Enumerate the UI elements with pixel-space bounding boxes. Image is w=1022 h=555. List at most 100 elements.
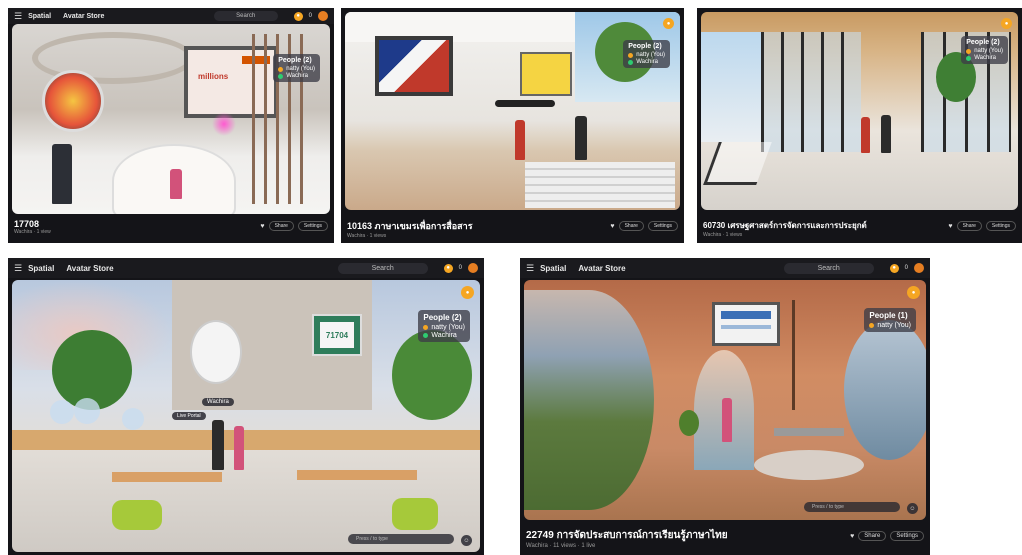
glow-light: [212, 112, 236, 136]
space-footer: 60730 เศรษฐศาสตร์การจัดการและการประยุกต์…: [697, 214, 1022, 243]
heart-icon[interactable]: ♥: [610, 223, 614, 230]
flag-poster: [375, 36, 453, 96]
table-1: [112, 472, 222, 482]
avatar[interactable]: [914, 263, 924, 273]
avatar-store-link[interactable]: Avatar Store: [578, 264, 625, 273]
people-row[interactable]: natty (You): [278, 66, 315, 72]
avatar-figure[interactable]: [212, 420, 224, 470]
settings-button[interactable]: Settings: [297, 221, 328, 231]
lamp-pole: [792, 300, 795, 410]
people-row[interactable]: Wachira: [628, 59, 665, 65]
brand-logo[interactable]: Spatial: [28, 13, 51, 20]
table: [774, 428, 844, 436]
number-board: 71704: [312, 314, 362, 356]
coin-icon: ●: [889, 263, 899, 273]
person-name: Wachira: [636, 59, 658, 65]
coin-icon[interactable]: ●: [1001, 18, 1012, 29]
people-row[interactable]: natty (You): [423, 324, 465, 331]
plant: [679, 410, 699, 436]
share-button[interactable]: Share: [618, 221, 644, 231]
screenshot-4: ☰ Spatial Avatar Store Search ● 0 71704 …: [8, 258, 484, 555]
avatar-figure[interactable]: [722, 398, 732, 442]
avatar-figure[interactable]: [575, 116, 587, 160]
search-input[interactable]: Search: [337, 262, 428, 274]
3d-viewport[interactable]: People (2) natty (You) Wachira ●: [701, 12, 1018, 210]
sky-left: [701, 32, 761, 142]
people-header: People (2): [966, 39, 1000, 46]
brand-logo[interactable]: Spatial: [540, 264, 566, 273]
bubble-3: [122, 408, 144, 430]
name-tag-text: Wachira: [207, 399, 229, 405]
space-footer: 17708 Wachira · 1 view ♥ Share Settings: [8, 214, 334, 243]
chat-input[interactable]: Press / to type: [804, 502, 900, 512]
coin-count: 0: [904, 265, 908, 271]
green-chair-2: [392, 498, 438, 530]
heart-icon[interactable]: ♥: [260, 223, 264, 230]
avatar[interactable]: [468, 263, 478, 273]
people-panel: People (2) natty (You) Wachira: [623, 40, 670, 68]
lounge-chair: [703, 142, 772, 185]
share-button[interactable]: Share: [268, 221, 294, 231]
board-number: 71704: [320, 322, 354, 348]
emoji-icon[interactable]: ☺: [461, 535, 472, 546]
space-subtitle: Wachira · 11 views · 1 live: [526, 543, 596, 549]
portal-label-text: Live Portal: [177, 413, 201, 419]
space-title: 22749 การจัดประสบการณ์การเรียนรู้ภาษาไทย: [526, 530, 728, 541]
round-emblem: [190, 320, 242, 384]
person-name: natty (You): [431, 324, 465, 331]
people-header: People (2): [423, 313, 462, 322]
menu-icon[interactable]: ☰: [14, 263, 22, 274]
person-name: Wachira: [974, 55, 996, 61]
screenshot-5: ☰ Spatial Avatar Store Search ● 0 People…: [520, 258, 930, 555]
avatar-figure[interactable]: [170, 169, 182, 199]
avatar-figure[interactable]: [881, 115, 891, 153]
space-subtitle: Wachira · 1 views: [347, 233, 387, 239]
menu-icon[interactable]: ☰: [14, 11, 22, 22]
avatar-figure[interactable]: [52, 144, 72, 204]
avatar-figure[interactable]: [515, 120, 525, 160]
heart-icon[interactable]: ♥: [850, 533, 854, 540]
heart-icon[interactable]: ♥: [948, 223, 952, 230]
avatar-store-link[interactable]: Avatar Store: [66, 264, 113, 273]
menu-icon[interactable]: ☰: [526, 263, 534, 274]
avatar-figure[interactable]: [861, 117, 870, 153]
steps: [525, 162, 675, 208]
share-button[interactable]: Share: [858, 531, 887, 541]
settings-button[interactable]: Settings: [985, 221, 1016, 231]
people-row[interactable]: natty (You): [628, 52, 665, 58]
settings-button[interactable]: Settings: [647, 221, 678, 231]
3d-viewport[interactable]: People (2) natty (You) Wachira ●: [345, 12, 680, 210]
search-input[interactable]: Search: [213, 11, 278, 21]
table-2: [297, 470, 417, 480]
people-row[interactable]: Wachira: [966, 55, 1003, 61]
screenshot-2: People (2) natty (You) Wachira ● 10163 ภ…: [341, 8, 684, 243]
people-row[interactable]: natty (You): [966, 48, 1003, 54]
person-name: natty (You): [877, 322, 911, 329]
poster-caption: millions: [198, 72, 229, 81]
space-footer: 10163 ภาษาเขมรเพื่อการสื่อสาร Wachira · …: [341, 214, 684, 243]
share-button[interactable]: Share: [956, 221, 982, 231]
coin-icon: ●: [293, 11, 303, 21]
3d-viewport[interactable]: 71704 Wachira Live Portal People (2) nat…: [12, 280, 480, 552]
ocean-right: [844, 320, 926, 460]
search-input[interactable]: Search: [783, 262, 874, 274]
portal-label[interactable]: Live Portal: [172, 412, 206, 420]
brand-logo[interactable]: Spatial: [28, 264, 54, 273]
coin-icon[interactable]: ●: [907, 286, 920, 299]
coin-icon[interactable]: ●: [461, 286, 474, 299]
settings-button[interactable]: Settings: [890, 531, 924, 541]
people-row[interactable]: Wachira: [278, 73, 315, 79]
person-name: natty (You): [636, 52, 665, 58]
people-row[interactable]: Wachira: [423, 332, 465, 339]
chat-input[interactable]: Press / to type: [348, 534, 454, 544]
avatar-figure[interactable]: [234, 426, 244, 470]
avatar[interactable]: [318, 11, 328, 21]
3d-viewport[interactable]: millions People (2) natty (You) Wachira: [12, 24, 330, 214]
emoji-icon[interactable]: ☺: [907, 503, 918, 514]
coin-icon[interactable]: ●: [663, 18, 674, 29]
avatar-store-link[interactable]: Avatar Store: [63, 13, 104, 20]
people-row[interactable]: natty (You): [869, 322, 911, 329]
people-panel: People (2) natty (You) Wachira: [961, 36, 1008, 64]
arch-window-left: [524, 290, 654, 510]
3d-viewport[interactable]: People (1) natty (You) ● Press / to type…: [524, 280, 926, 520]
